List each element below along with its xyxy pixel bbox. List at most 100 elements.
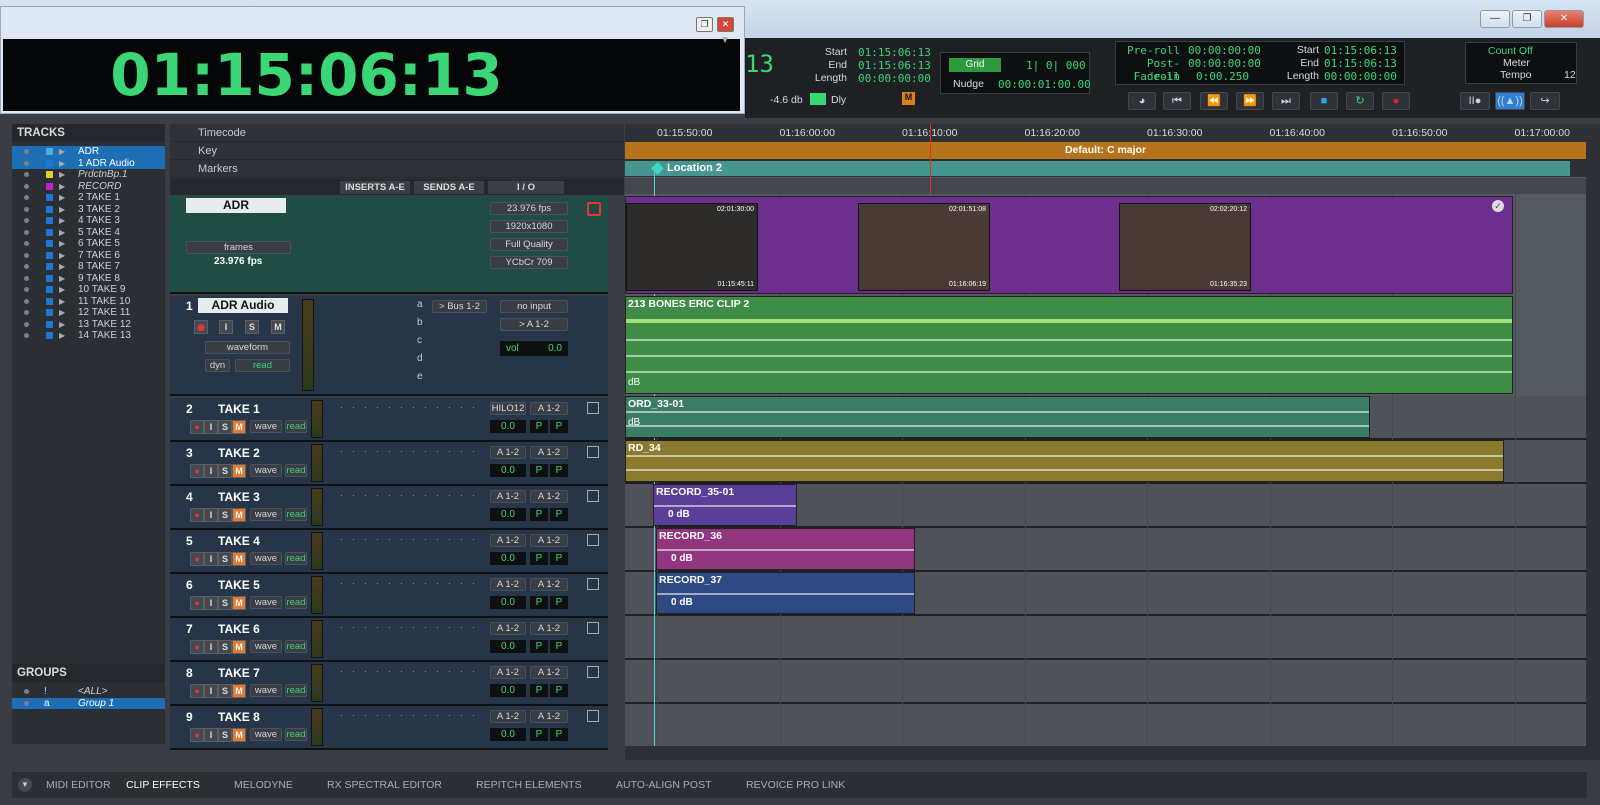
input-monitor-button[interactable]: I <box>204 464 218 478</box>
sidebar-track-item[interactable]: ▶ 3 TAKE 2 <box>12 204 165 216</box>
sidebar-track-item[interactable]: ▶ 9 TAKE 8 <box>12 273 165 285</box>
output-selector[interactable]: A 1-2 <box>530 578 568 591</box>
show-hide-icon[interactable] <box>24 252 29 258</box>
pan-right[interactable]: P <box>550 552 568 565</box>
length-value[interactable]: 00:00:00:00 <box>858 72 931 85</box>
pan-left[interactable]: P <box>530 596 548 609</box>
record-icon[interactable]: ● <box>1382 92 1410 110</box>
pan-left[interactable]: P <box>530 508 548 521</box>
show-hide-icon[interactable] <box>24 287 29 292</box>
show-hide-icon[interactable] <box>24 310 29 315</box>
close-icon[interactable]: ✕ <box>1544 10 1584 28</box>
output-selector[interactable]: A 1-2 <box>530 402 568 415</box>
output-selector[interactable]: > A 1-2 <box>500 318 568 331</box>
fps-selector[interactable]: 23.976 fps <box>490 202 568 215</box>
dock-tab[interactable]: CLIP EFFECTS <box>126 772 200 798</box>
solo-button[interactable]: S <box>218 640 232 654</box>
video-track-name[interactable]: ADR <box>186 198 286 213</box>
record-mode-icon[interactable] <box>587 622 599 634</box>
show-hide-icon[interactable] <box>24 149 29 154</box>
group-active-icon[interactable] <box>24 689 29 694</box>
pan-right[interactable]: P <box>550 596 568 609</box>
automation-selector[interactable]: read <box>285 508 307 521</box>
automation-selector[interactable]: read <box>285 420 307 433</box>
take-lane[interactable] <box>625 616 1586 660</box>
solo-button[interactable]: S <box>218 420 232 434</box>
tempo-label[interactable]: Tempo <box>1500 69 1532 81</box>
solo-button[interactable]: S <box>218 508 232 522</box>
record-mode-icon[interactable] <box>587 490 599 502</box>
solo-button[interactable]: S <box>218 684 232 698</box>
track-name[interactable]: TAKE 6 <box>218 622 260 636</box>
automation-selector[interactable]: read <box>285 684 307 697</box>
record-mode-icon[interactable] <box>587 666 599 678</box>
volume-value[interactable]: 0.0 <box>490 420 526 433</box>
record-enable-icon[interactable]: ● <box>190 508 204 522</box>
input-selector[interactable]: A 1-2 <box>490 710 526 723</box>
input-monitor-button[interactable]: I <box>204 508 218 522</box>
volume-value[interactable]: 0.0 <box>490 596 526 609</box>
counter-close-icon[interactable]: ✕ <box>717 17 734 32</box>
solo-button[interactable]: S <box>218 596 232 610</box>
pan-left[interactable]: P <box>530 420 548 433</box>
counter-restore-icon[interactable]: ❐ <box>696 17 713 32</box>
grid-button[interactable]: Grid <box>949 58 1001 72</box>
take3-clip[interactable]: RECORD_35-01 0 dB <box>653 484 797 526</box>
automation-selector[interactable]: read <box>285 596 307 609</box>
input-monitor-button[interactable]: I <box>204 552 218 566</box>
mute-button[interactable]: M <box>232 596 246 610</box>
mute-button[interactable]: M <box>232 552 246 566</box>
output-selector[interactable]: A 1-2 <box>530 446 568 459</box>
pan-right[interactable]: P <box>550 508 568 521</box>
timecode-ruler-label[interactable]: Timecode <box>170 124 624 142</box>
automation-selector[interactable]: read <box>285 640 307 653</box>
online-icon[interactable]: ◕ <box>1128 92 1156 110</box>
show-hide-icon[interactable] <box>24 183 29 189</box>
m-icon[interactable]: M <box>902 92 915 105</box>
input-selector[interactable]: A 1-2 <box>490 490 526 503</box>
dly-label[interactable]: Dly <box>831 94 846 106</box>
colorspace-selector[interactable]: YCbCr 709 <box>490 256 568 269</box>
view-selector[interactable]: wave <box>250 552 282 565</box>
fadein-label[interactable]: Fade-in <box>1124 70 1180 83</box>
quality-selector[interactable]: Full Quality <box>490 238 568 251</box>
sidebar-track-item[interactable]: ▶ 8 TAKE 7 <box>12 261 165 273</box>
preroll-label[interactable]: Pre-roll <box>1124 44 1180 57</box>
automation-selector[interactable]: read <box>285 728 307 741</box>
record-enable-icon[interactable]: ● <box>190 684 204 698</box>
insert-send-slots[interactable]: ············ <box>340 622 484 632</box>
sel-start-value[interactable]: 01:15:06:13 <box>1324 44 1397 57</box>
dock-toggle-icon[interactable]: ▼ <box>18 778 32 792</box>
pan-left[interactable]: P <box>530 640 548 653</box>
view-selector[interactable]: wave <box>250 596 282 609</box>
solo-button[interactable]: S <box>218 464 232 478</box>
dly-icon[interactable] <box>810 93 826 105</box>
volume-value[interactable]: 0.0 <box>490 684 526 697</box>
take-lane[interactable] <box>625 704 1586 748</box>
video-clip[interactable]: 02:01:30:00 01:15:45:11 02:01:51:08 01:1… <box>625 196 1513 294</box>
record-mode-icon[interactable] <box>587 446 599 458</box>
insert-send-slots[interactable]: ············ <box>340 402 484 412</box>
nudge-value[interactable]: 00:00:01:00.00 <box>998 78 1091 91</box>
sidebar-track-item[interactable]: ▶ 2 TAKE 1 <box>12 192 165 204</box>
go-to-end-icon[interactable]: ⏭ <box>1272 92 1300 110</box>
output-selector[interactable]: A 1-2 <box>530 490 568 503</box>
pan-right[interactable]: P <box>550 464 568 477</box>
mute-button[interactable]: M <box>232 464 246 478</box>
counter-menu-icon[interactable]: ▼ <box>720 35 730 46</box>
stop-icon[interactable]: ■ <box>1310 92 1338 110</box>
timecode-ruler[interactable]: 01:15:50:0001:16:00:0001:16:10:0001:16:2… <box>625 124 1586 142</box>
key-ruler[interactable]: Default: C major <box>625 142 1586 159</box>
count-off[interactable]: Count Off <box>1488 45 1533 57</box>
track-name[interactable]: TAKE 2 <box>218 446 260 460</box>
pan-right[interactable]: P <box>550 728 568 741</box>
adr-track-name[interactable]: ADR Audio <box>198 298 288 313</box>
show-hide-icon[interactable] <box>24 218 29 223</box>
input-selector[interactable]: A 1-2 <box>490 666 526 679</box>
pan-left[interactable]: P <box>530 728 548 741</box>
input-monitor-button[interactable]: I <box>204 596 218 610</box>
sidebar-track-item[interactable]: ▶ 5 TAKE 4 <box>12 227 165 239</box>
dock-tab[interactable]: MIDI EDITOR <box>46 772 111 798</box>
input-selector[interactable]: A 1-2 <box>490 446 526 459</box>
mute-button[interactable]: M <box>271 320 285 334</box>
